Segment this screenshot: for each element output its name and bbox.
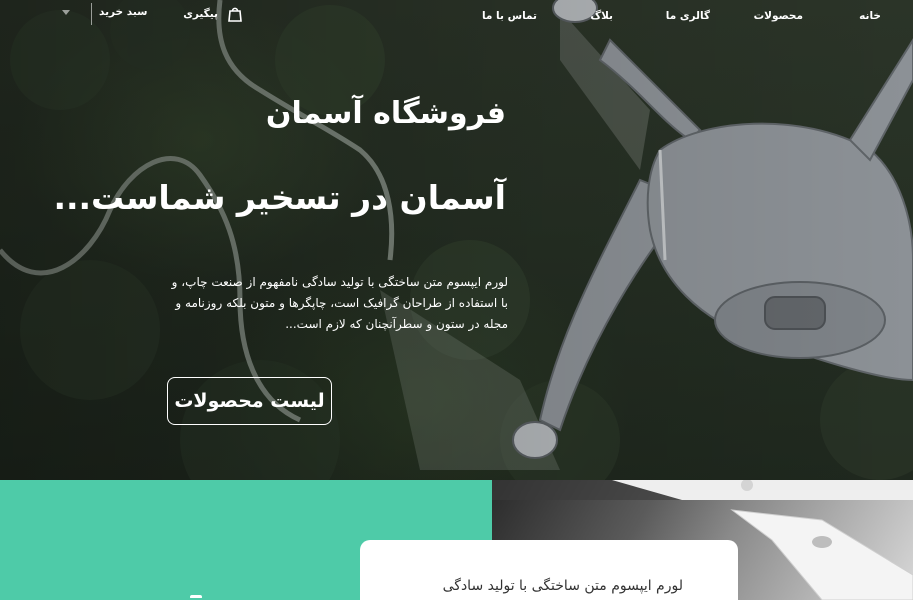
tracking-label: پیگیری xyxy=(183,8,218,20)
nav-contact[interactable]: تماس با ما xyxy=(482,10,537,22)
nav-divider xyxy=(91,3,92,25)
nav-products[interactable]: محصولات xyxy=(754,10,803,22)
chevron-down-icon[interactable] xyxy=(62,10,70,15)
product-list-button[interactable]: لیست محصولات xyxy=(167,377,332,425)
main-nav: خانه محصولات گالری ما بلاگ تماس با ما پی… xyxy=(0,0,913,34)
hero-section: خانه محصولات گالری ما بلاگ تماس با ما پی… xyxy=(0,0,913,480)
hero-description: لورم ایپسوم متن ساختگی با تولید سادگی نا… xyxy=(171,275,508,331)
nav-gallery[interactable]: گالری ما xyxy=(666,10,710,22)
shopping-bag-icon[interactable] xyxy=(227,6,243,22)
info-card: لورم ایپسوم متن ساختگی با تولید سادگی xyxy=(360,540,738,600)
hero-slogan: آسمان در تسخیر شماست... xyxy=(53,178,506,217)
nav-home[interactable]: خانه xyxy=(859,10,881,22)
nav-blog[interactable]: بلاگ xyxy=(590,10,613,22)
teal-accent-mark xyxy=(190,595,202,599)
info-card-text: لورم ایپسوم متن ساختگی با تولید سادگی xyxy=(442,578,683,594)
hero-overlay xyxy=(0,0,913,480)
cart-link[interactable]: سبد خرید xyxy=(99,6,147,18)
hero-title: فروشگاه آسمان xyxy=(265,96,506,131)
